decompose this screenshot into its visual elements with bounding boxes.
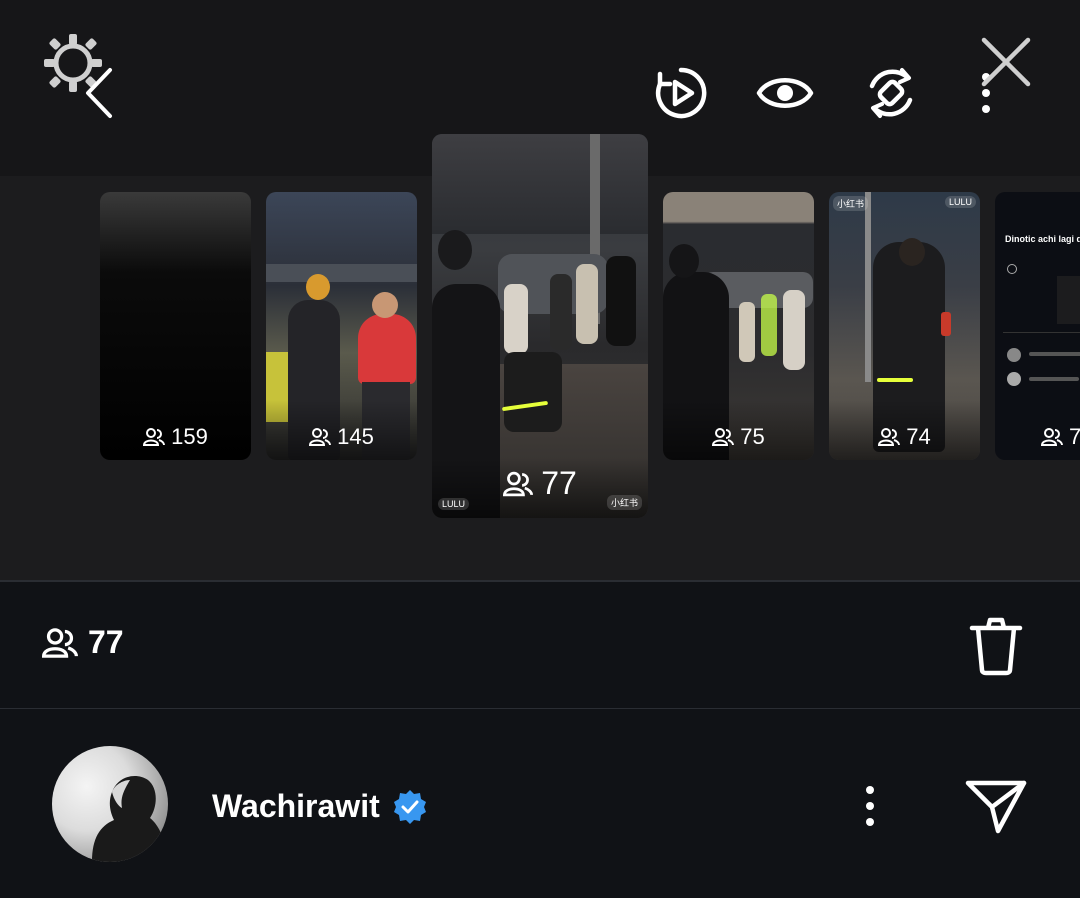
highlight-strip bbox=[877, 378, 913, 382]
viewer-count: 75 bbox=[663, 424, 814, 450]
person-black bbox=[550, 274, 572, 350]
overpass bbox=[266, 264, 417, 282]
story-caption: Dinotic achi lagi de bbox=[1005, 234, 1080, 244]
close-icon[interactable] bbox=[978, 34, 1034, 90]
viewers-total[interactable]: 77 bbox=[42, 624, 124, 661]
username[interactable]: Wachirawit bbox=[212, 788, 428, 825]
story-thumbnail[interactable]: 小红书 LULU 74 bbox=[829, 192, 980, 460]
person-head bbox=[669, 244, 699, 278]
more-vertical-icon[interactable] bbox=[862, 783, 878, 829]
viewers-summary-row: 77 bbox=[0, 582, 1080, 709]
viewers-icon bbox=[42, 627, 78, 658]
avatar[interactable] bbox=[52, 746, 168, 862]
viewer-row[interactable]: Wachirawit bbox=[0, 709, 1080, 898]
viewers-icon bbox=[878, 428, 901, 446]
user-tag: LULU bbox=[944, 196, 976, 208]
platform-badge: 小红书 bbox=[833, 196, 869, 211]
viewers-total-label: 77 bbox=[88, 624, 124, 660]
avatar-small bbox=[1007, 348, 1021, 362]
person-light bbox=[576, 264, 598, 344]
stroller bbox=[504, 352, 562, 432]
story-thumbnail[interactable]: Dinotic achi lagi de 7 bbox=[995, 192, 1080, 460]
trash-icon[interactable] bbox=[968, 616, 1024, 676]
story-thumbnail[interactable]: 159 bbox=[100, 192, 251, 460]
viewer-count: 159 bbox=[100, 424, 251, 450]
building bbox=[432, 134, 648, 234]
story-thumbnail[interactable]: 75 bbox=[663, 192, 814, 460]
divider bbox=[1003, 332, 1080, 333]
viewer-count: 145 bbox=[266, 424, 417, 450]
eye-icon[interactable] bbox=[756, 68, 814, 118]
hydrant bbox=[941, 312, 951, 336]
send-icon[interactable] bbox=[964, 775, 1028, 835]
viewers-icon bbox=[309, 428, 332, 446]
viewers-icon bbox=[143, 428, 166, 446]
person-hat bbox=[306, 274, 330, 300]
text-line bbox=[1029, 352, 1080, 356]
viewer-count: 74 bbox=[829, 424, 980, 450]
person-head bbox=[372, 292, 398, 318]
image-block bbox=[1057, 276, 1080, 324]
username-label: Wachirawit bbox=[212, 788, 380, 824]
viewers-icon bbox=[503, 471, 534, 496]
avatar-small bbox=[1007, 372, 1021, 386]
viewers-icon bbox=[712, 428, 735, 446]
person-white bbox=[783, 290, 805, 370]
person-light bbox=[739, 302, 755, 362]
text-line bbox=[1029, 377, 1079, 381]
back-icon[interactable] bbox=[82, 66, 116, 120]
pole bbox=[865, 192, 871, 382]
person-green bbox=[761, 294, 777, 356]
person-red bbox=[358, 314, 416, 384]
person-walking bbox=[606, 256, 636, 346]
dot bbox=[1007, 264, 1017, 274]
story-thumbnail[interactable]: 145 bbox=[266, 192, 417, 460]
verified-badge-icon bbox=[393, 789, 426, 824]
viewer-count: 77 bbox=[432, 465, 648, 502]
viewers-icon bbox=[1041, 428, 1063, 446]
boomerang-icon[interactable] bbox=[864, 66, 918, 120]
story-viewer-screen: 159 145 LULU 小红书 77 75 小红书 LULU 74 Dinot… bbox=[0, 0, 1080, 898]
story-thumbnail-selected[interactable]: LULU 小红书 77 bbox=[432, 134, 648, 518]
person-white bbox=[504, 284, 528, 354]
viewer-count: 7 bbox=[995, 424, 1080, 450]
replay-icon[interactable] bbox=[654, 66, 708, 120]
person-foreground-head bbox=[438, 230, 472, 270]
person-head bbox=[899, 238, 925, 266]
viewers-panel: 77 Wachirawit bbox=[0, 580, 1080, 898]
